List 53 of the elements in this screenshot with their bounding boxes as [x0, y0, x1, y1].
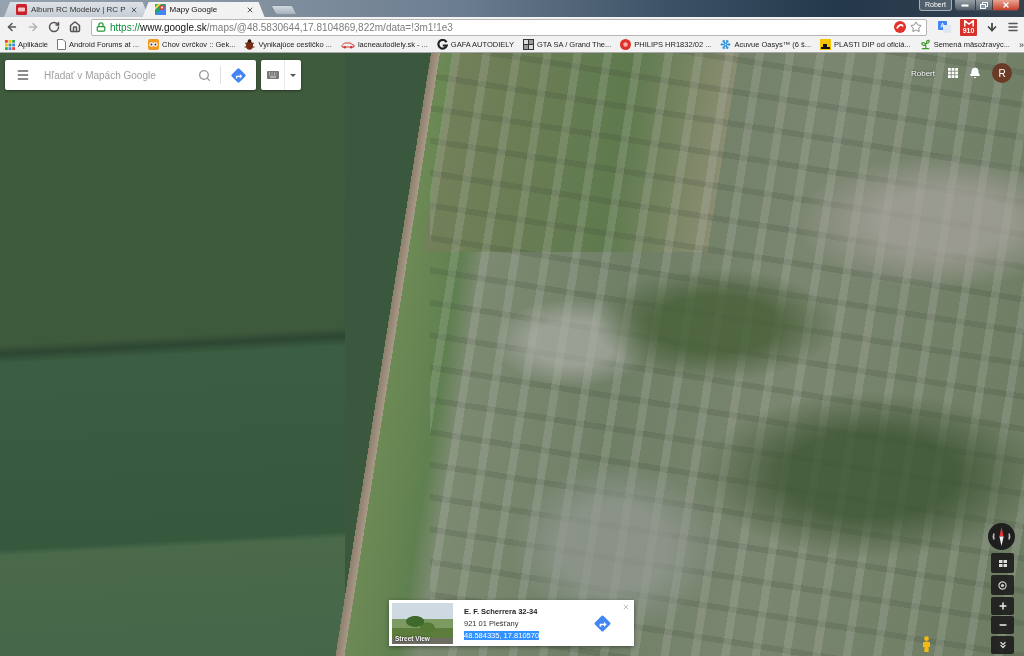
address-url[interactable]: https://www.google.sk/maps/@48.5830644,17.8104869,822m/data=!3m1!1e3	[110, 21, 890, 33]
my-location-button[interactable]	[991, 575, 1014, 595]
close-icon[interactable]	[245, 5, 254, 14]
person-icon[interactable]	[922, 636, 931, 652]
restore-icon[interactable]	[980, 1, 988, 9]
apps-grid-icon[interactable]	[948, 68, 958, 78]
caret-icon[interactable]	[290, 73, 296, 77]
close-icon[interactable]	[129, 5, 138, 14]
more-bookmarks-button[interactable]: »	[1018, 39, 1024, 50]
grid-icon[interactable]	[998, 559, 1007, 567]
address-bar[interactable]: https://www.google.sk/maps/@48.5830644,17.8104869,822m/data=!3m1!1e3	[91, 18, 927, 36]
account-name[interactable]: Robert	[911, 68, 935, 78]
account-avatar[interactable]: R	[992, 63, 1012, 83]
extension-icon[interactable]	[894, 21, 906, 33]
reload-icon[interactable]	[48, 21, 60, 33]
g-logo-icon[interactable]	[436, 39, 448, 50]
home-icon[interactable]	[69, 21, 81, 33]
spray-logo-icon[interactable]	[820, 39, 832, 50]
mail-icon	[963, 19, 974, 27]
bug-icon[interactable]	[244, 39, 256, 50]
round-logo-icon[interactable]	[620, 39, 632, 50]
menu-icon[interactable]	[1007, 21, 1019, 33]
apps-grid-icon[interactable]	[5, 39, 15, 50]
bell-icon[interactable]	[969, 67, 981, 79]
locate-icon[interactable]	[998, 580, 1007, 590]
double-chevron-icon[interactable]	[997, 640, 1008, 650]
minimize-icon[interactable]	[961, 3, 969, 7]
zoom-in-button[interactable]	[991, 597, 1014, 615]
snowflake-icon[interactable]	[720, 39, 732, 50]
download-icon[interactable]	[986, 21, 998, 33]
zoom-out-button[interactable]	[991, 616, 1014, 634]
translate-icon[interactable]	[938, 21, 951, 33]
grid-logo-icon[interactable]	[522, 39, 534, 50]
plus-icon[interactable]	[997, 601, 1008, 611]
search-icon[interactable]	[198, 68, 211, 82]
menu-icon[interactable]	[16, 68, 30, 82]
compass-icon[interactable]	[988, 523, 1015, 550]
map-icon[interactable]	[154, 4, 166, 15]
browser-tab[interactable]: Mapy Google	[142, 2, 265, 17]
back-arrow-icon[interactable]	[6, 21, 18, 33]
lock-icon	[96, 22, 106, 32]
close-window-button[interactable]	[992, 0, 1020, 11]
keyboard-button[interactable]	[261, 60, 301, 90]
search-field[interactable]: Hľadať v Mapách Google	[44, 69, 198, 81]
minimize-button[interactable]	[954, 0, 976, 11]
layers-button[interactable]	[991, 553, 1014, 573]
collapse-button[interactable]	[991, 636, 1014, 654]
new-tab-button[interactable]	[269, 5, 298, 15]
plant-icon[interactable]	[919, 39, 931, 50]
bookmark-star-icon[interactable]	[910, 21, 922, 33]
page-icon[interactable]	[57, 39, 66, 50]
site-logo-icon[interactable]	[16, 4, 27, 15]
car-icon[interactable]	[340, 40, 355, 49]
